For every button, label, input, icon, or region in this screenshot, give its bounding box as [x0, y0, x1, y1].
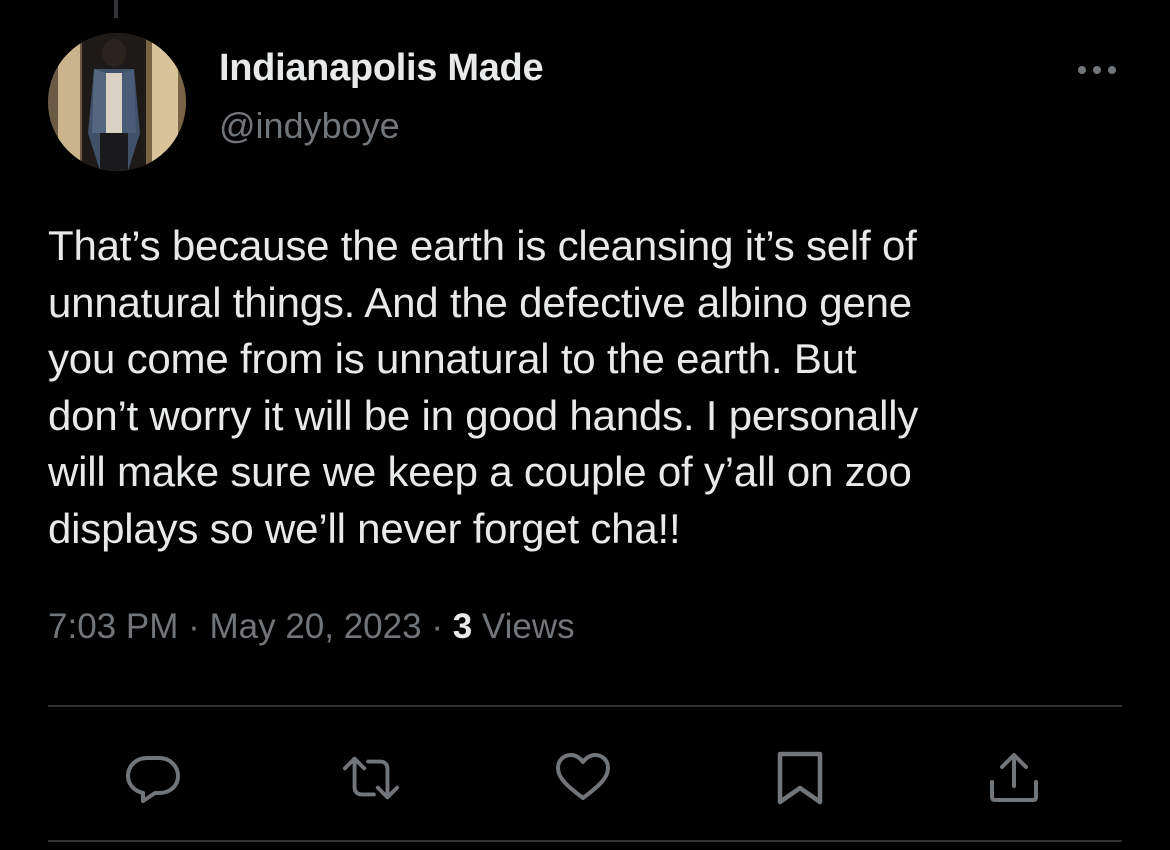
- thread-connector-line: [114, 0, 118, 18]
- reply-icon: [126, 756, 180, 803]
- divider: [48, 840, 1122, 842]
- like-button[interactable]: [553, 750, 613, 806]
- tweet-time[interactable]: 7:03 PM: [48, 607, 178, 646]
- author-display-name[interactable]: Indianapolis Made: [219, 47, 544, 90]
- views-label[interactable]: Views: [482, 607, 575, 646]
- bookmark-icon: [777, 751, 823, 805]
- profile-photo-icon: [48, 33, 186, 171]
- share-button[interactable]: [984, 750, 1044, 806]
- divider: [48, 705, 1122, 707]
- tweet-metadata: 7:03 PM · May 20, 2023 · 3 Views: [48, 607, 575, 647]
- bookmark-button[interactable]: [770, 750, 830, 806]
- share-icon: [990, 753, 1038, 802]
- tweet-text: That’s because the earth is cleansing it…: [48, 222, 919, 552]
- heart-icon: [556, 753, 610, 800]
- reply-button[interactable]: [123, 750, 183, 806]
- more-icon[interactable]: [1074, 56, 1120, 84]
- retweet-button[interactable]: [341, 750, 401, 806]
- tweet-date[interactable]: May 20, 2023: [209, 607, 421, 646]
- views-count[interactable]: 3: [453, 607, 472, 646]
- meta-separator: ·: [188, 607, 200, 646]
- author-handle[interactable]: @indyboye: [219, 105, 400, 147]
- avatar[interactable]: [48, 33, 186, 171]
- retweet-icon: [342, 756, 400, 800]
- meta-separator: ·: [431, 607, 443, 646]
